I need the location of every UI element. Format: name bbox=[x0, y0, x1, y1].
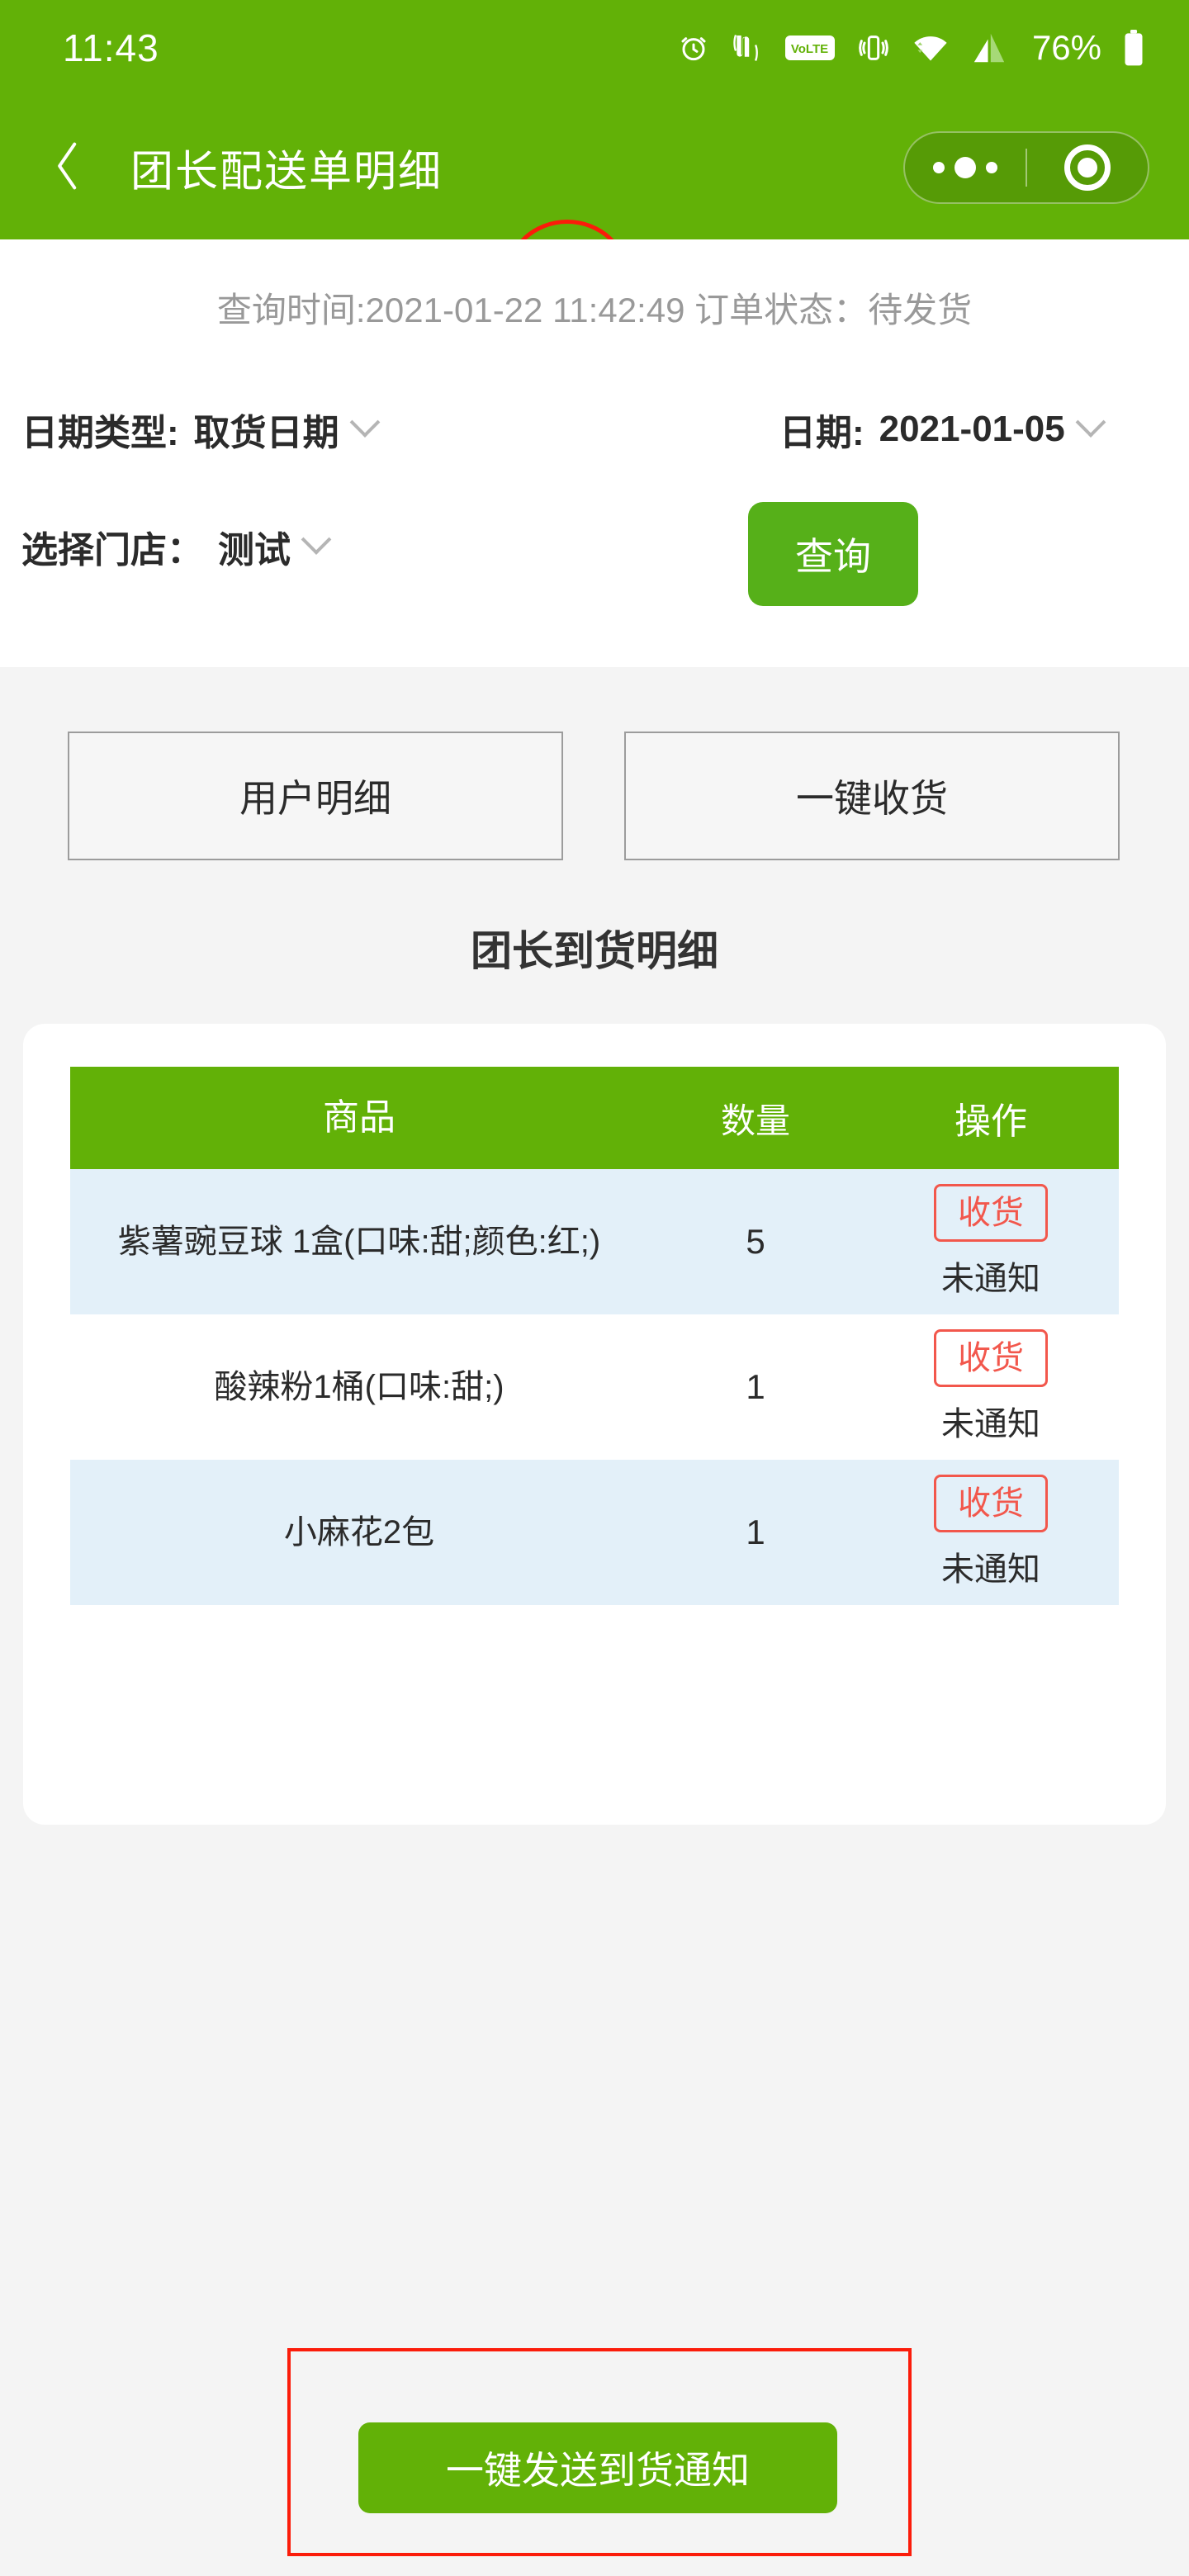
chevron-down-icon bbox=[301, 524, 332, 555]
signal-icon bbox=[971, 31, 1007, 64]
svg-text:VoLTE: VoLTE bbox=[791, 42, 828, 56]
query-meta-text: 查询时间:2021-01-22 11:42:49 订单状态：待发货 bbox=[216, 291, 973, 329]
column-header-product: 商品 bbox=[323, 1097, 396, 1139]
action-button-row: 用户明细 一键收货 bbox=[0, 732, 1189, 860]
date-type-value: 取货日期 bbox=[193, 413, 339, 453]
status-bar-clock: 11:43 bbox=[63, 26, 159, 69]
wifi-icon bbox=[912, 31, 950, 64]
table-row: 酸辣粉1桶(口味:甜;) 1 收货 未通知 bbox=[70, 1314, 1119, 1460]
filter-row-secondary: 选择门店： 测试 查询 bbox=[0, 502, 1189, 609]
cell-quantity: 1 bbox=[746, 1367, 765, 1406]
store-label: 选择门店： bbox=[21, 530, 203, 571]
vibrate-icon bbox=[857, 31, 890, 64]
store-value: 测试 bbox=[218, 530, 291, 571]
alarm-icon bbox=[677, 31, 710, 64]
user-detail-button[interactable]: 用户明细 bbox=[68, 732, 563, 860]
date-label: 日期: bbox=[779, 413, 865, 453]
notify-status: 未通知 bbox=[941, 1551, 1040, 1588]
volte-icon: VoLTE bbox=[784, 31, 836, 64]
nfc-icon bbox=[732, 31, 763, 64]
filter-panel: 查询时间:2021-01-22 11:42:49 订单状态：待发货 日期类型: … bbox=[0, 239, 1189, 667]
capsule-close-button[interactable] bbox=[1027, 133, 1148, 202]
date-selector[interactable]: 日期: 2021-01-05 bbox=[779, 403, 1106, 456]
column-header-quantity: 数量 bbox=[720, 1101, 790, 1140]
capsule-more-button[interactable] bbox=[905, 133, 1026, 202]
one-key-receive-button[interactable]: 一键收货 bbox=[624, 732, 1120, 860]
delivery-table: 商品 数量 操作 紫薯豌豆球 1盒(口味:甜;颜色:红;) 5 收货 未通知 酸… bbox=[70, 1067, 1119, 1605]
cell-action: 收货 未通知 bbox=[863, 1460, 1119, 1605]
receive-button[interactable]: 收货 bbox=[934, 1475, 1048, 1532]
section-title: 团长到货明细 bbox=[471, 928, 718, 974]
send-arrival-notice-button[interactable]: 一键发送到货通知 bbox=[358, 2422, 837, 2513]
status-bar: 11:43 VoLTE 76% bbox=[0, 0, 1189, 96]
receive-button[interactable]: 收货 bbox=[934, 1184, 1048, 1242]
date-type-selector[interactable]: 日期类型: 取货日期 bbox=[21, 403, 381, 456]
cell-action: 收货 未通知 bbox=[863, 1314, 1119, 1460]
cell-quantity: 5 bbox=[746, 1222, 765, 1261]
battery-percent-label: 76% bbox=[1031, 28, 1101, 67]
delivery-detail-card: 商品 数量 操作 紫薯豌豆球 1盒(口味:甜;颜色:红;) 5 收货 未通知 酸… bbox=[23, 1024, 1166, 1825]
cell-action: 收货 未通知 bbox=[863, 1169, 1119, 1314]
column-header-action: 操作 bbox=[955, 1101, 1027, 1142]
status-bar-icons: VoLTE 76% bbox=[677, 30, 1144, 66]
cell-product: 酸辣粉1桶(口味:甜;) bbox=[214, 1369, 504, 1405]
date-type-label: 日期类型: bbox=[21, 413, 179, 453]
chevron-down-icon bbox=[1075, 407, 1106, 438]
receive-button[interactable]: 收货 bbox=[934, 1329, 1048, 1387]
filter-row-primary: 日期类型: 取货日期 日期: 2021-01-05 bbox=[0, 403, 1189, 469]
table-header-row: 商品 数量 操作 bbox=[70, 1067, 1119, 1169]
back-button[interactable] bbox=[43, 138, 92, 197]
query-button[interactable]: 查询 bbox=[748, 502, 918, 606]
target-circle-icon bbox=[1064, 144, 1111, 191]
cell-quantity: 1 bbox=[746, 1513, 765, 1551]
more-dots-icon bbox=[933, 157, 997, 178]
page-title: 团长配送单明细 bbox=[130, 148, 443, 197]
notify-status: 未通知 bbox=[941, 1261, 1040, 1297]
table-row: 小麻花2包 1 收货 未通知 bbox=[70, 1460, 1119, 1605]
app-root: 11:43 VoLTE 76% 团长配送单明细 查询时间:2021-01-22 … bbox=[0, 0, 1189, 2576]
date-value: 2021-01-05 bbox=[879, 409, 1065, 449]
battery-icon bbox=[1123, 30, 1144, 66]
cell-product: 小麻花2包 bbox=[283, 1514, 435, 1551]
store-selector[interactable]: 选择门店： 测试 bbox=[21, 520, 332, 573]
chevron-left-icon bbox=[50, 139, 85, 197]
miniprogram-capsule bbox=[903, 131, 1149, 204]
cell-product: 紫薯豌豆球 1盒(口味:甜;颜色:红;) bbox=[117, 1224, 601, 1260]
nav-bar: 团长配送单明细 3 bbox=[0, 96, 1189, 335]
table-row: 紫薯豌豆球 1盒(口味:甜;颜色:红;) 5 收货 未通知 bbox=[70, 1169, 1119, 1314]
notify-status: 未通知 bbox=[941, 1406, 1040, 1442]
chevron-down-icon bbox=[349, 407, 381, 438]
